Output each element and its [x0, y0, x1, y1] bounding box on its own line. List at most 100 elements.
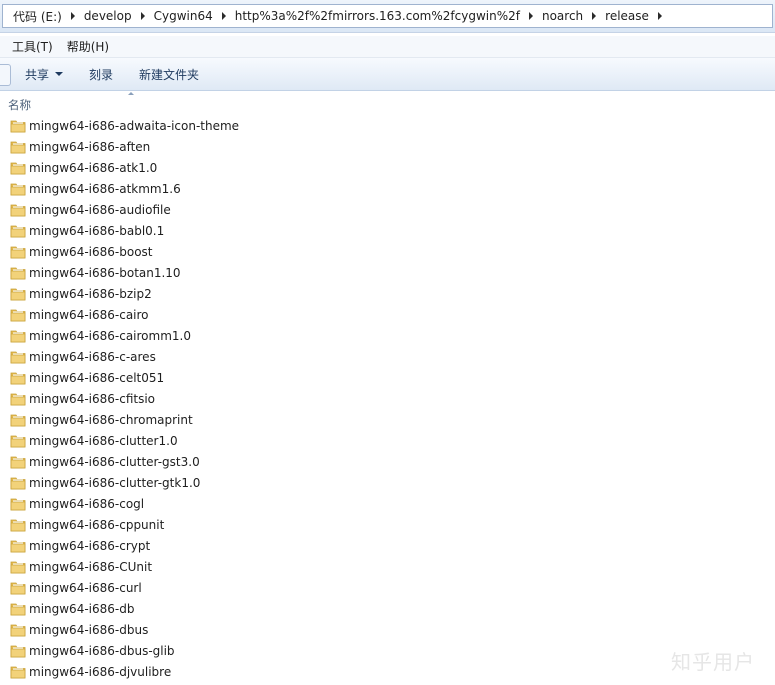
- list-item[interactable]: mingw64-i686-db: [0, 598, 775, 619]
- list-item[interactable]: mingw64-i686-clutter-gst3.0: [0, 451, 775, 472]
- list-item[interactable]: mingw64-i686-babl0.1: [0, 220, 775, 241]
- file-name: mingw64-i686-clutter1.0: [29, 433, 178, 448]
- file-name: mingw64-i686-clutter-gst3.0: [29, 454, 200, 469]
- file-name: mingw64-i686-babl0.1: [29, 223, 165, 238]
- folder-icon: [10, 225, 26, 237]
- folder-icon: [10, 372, 26, 384]
- breadcrumb-item[interactable]: noarch: [538, 9, 587, 23]
- file-name: mingw64-i686-audiofile: [29, 202, 171, 217]
- organize-button-edge[interactable]: [0, 64, 11, 86]
- file-name: mingw64-i686-cppunit: [29, 517, 165, 532]
- folder-icon: [10, 519, 26, 531]
- chevron-right-icon[interactable]: [528, 12, 533, 20]
- address-bar: 代码 (E:) develop Cygwin64 http%3a%2f%2fmirro…: [0, 0, 775, 33]
- folder-icon: [10, 414, 26, 426]
- list-item[interactable]: mingw64-i686-aften: [0, 136, 775, 157]
- chevron-right-icon[interactable]: [140, 12, 145, 20]
- file-name: mingw64-i686-boost: [29, 244, 153, 259]
- file-name: mingw64-i686-adwaita-icon-theme: [29, 118, 240, 133]
- folder-icon: [10, 330, 26, 342]
- folder-icon: [10, 456, 26, 468]
- folder-icon: [10, 645, 26, 657]
- watermark: 知乎用户: [671, 650, 755, 674]
- list-item[interactable]: mingw64-i686-clutter1.0: [0, 430, 775, 451]
- list-item[interactable]: mingw64-i686-cairomm1.0: [0, 325, 775, 346]
- burn-label: 刻录: [89, 67, 114, 82]
- folder-icon: [10, 267, 26, 279]
- share-button[interactable]: 共享: [12, 66, 76, 83]
- list-item[interactable]: mingw64-i686-audiofile: [0, 199, 775, 220]
- breadcrumb-item[interactable]: 代码 (E:): [9, 8, 66, 25]
- folder-icon: [10, 204, 26, 216]
- list-item[interactable]: mingw64-i686-celt051: [0, 367, 775, 388]
- list-item[interactable]: mingw64-i686-chromaprint: [0, 409, 775, 430]
- file-name: mingw64-i686-aften: [29, 139, 151, 154]
- file-name: mingw64-i686-cfitsio: [29, 391, 156, 406]
- file-name: mingw64-i686-cogl: [29, 496, 145, 511]
- folder-icon: [10, 561, 26, 573]
- list-item[interactable]: mingw64-i686-cairo: [0, 304, 775, 325]
- file-name: mingw64-i686-clutter-gtk1.0: [29, 475, 201, 490]
- list-item[interactable]: mingw64-i686-cogl: [0, 493, 775, 514]
- chevron-right-icon[interactable]: [592, 12, 597, 20]
- folder-icon: [10, 351, 26, 363]
- new-folder-label: 新建文件夹: [139, 67, 200, 82]
- file-name: mingw64-i686-cairo: [29, 307, 149, 322]
- list-item[interactable]: mingw64-i686-crypt: [0, 535, 775, 556]
- breadcrumb-item[interactable]: http%3a%2f%2fmirrors.163.com%2fcygwin%2f: [231, 9, 524, 23]
- file-name: mingw64-i686-db: [29, 601, 135, 616]
- list-item[interactable]: mingw64-i686-botan1.10: [0, 262, 775, 283]
- list-item[interactable]: mingw64-i686-cfitsio: [0, 388, 775, 409]
- breadcrumb-item[interactable]: release: [601, 9, 653, 23]
- file-name: mingw64-i686-atk1.0: [29, 160, 158, 175]
- chevron-right-icon[interactable]: [221, 12, 226, 20]
- share-label: 共享: [25, 67, 50, 82]
- list-item[interactable]: mingw64-i686-djvulibre: [0, 661, 775, 682]
- file-name: mingw64-i686-dbus: [29, 622, 149, 637]
- list-item[interactable]: mingw64-i686-curl: [0, 577, 775, 598]
- folder-icon: [10, 393, 26, 405]
- folder-icon: [10, 582, 26, 594]
- menu-tools[interactable]: 工具(T): [5, 38, 60, 55]
- list-item[interactable]: mingw64-i686-clutter-gtk1.0: [0, 472, 775, 493]
- chevron-right-icon[interactable]: [70, 12, 75, 20]
- list-item[interactable]: mingw64-i686-atkmm1.6: [0, 178, 775, 199]
- chevron-down-icon: [55, 72, 64, 76]
- folder-icon: [10, 246, 26, 258]
- list-item[interactable]: mingw64-i686-bzip2: [0, 283, 775, 304]
- list-item[interactable]: mingw64-i686-CUnit: [0, 556, 775, 577]
- folder-icon: [10, 288, 26, 300]
- column-name-header[interactable]: 名称: [8, 97, 31, 113]
- file-name: mingw64-i686-curl: [29, 580, 142, 595]
- list-item[interactable]: mingw64-i686-c-ares: [0, 346, 775, 367]
- file-name: mingw64-i686-c-ares: [29, 349, 156, 364]
- menu-help[interactable]: 帮助(H): [60, 38, 116, 55]
- file-name: mingw64-i686-CUnit: [29, 559, 153, 574]
- folder-icon: [10, 120, 26, 132]
- list-item[interactable]: mingw64-i686-dbus-glib: [0, 640, 775, 661]
- list-item[interactable]: mingw64-i686-cppunit: [0, 514, 775, 535]
- sort-ascending-icon: [128, 92, 134, 95]
- breadcrumb-item[interactable]: Cygwin64: [150, 9, 217, 23]
- folder-icon: [10, 540, 26, 552]
- folder-icon: [10, 624, 26, 636]
- folder-icon: [10, 162, 26, 174]
- burn-button[interactable]: 刻录: [76, 66, 126, 83]
- file-name: mingw64-i686-botan1.10: [29, 265, 181, 280]
- list-item[interactable]: mingw64-i686-atk1.0: [0, 157, 775, 178]
- file-name: mingw64-i686-atkmm1.6: [29, 181, 181, 196]
- folder-icon: [10, 435, 26, 447]
- file-name: mingw64-i686-djvulibre: [29, 664, 172, 679]
- breadcrumb[interactable]: 代码 (E:) develop Cygwin64 http%3a%2f%2fmirro…: [2, 4, 773, 28]
- menu-bar: 工具(T) 帮助(H): [0, 36, 775, 58]
- folder-icon: [10, 666, 26, 678]
- breadcrumb-item[interactable]: develop: [80, 9, 136, 23]
- file-name: mingw64-i686-chromaprint: [29, 412, 193, 427]
- folder-icon: [10, 498, 26, 510]
- list-item[interactable]: mingw64-i686-adwaita-icon-theme: [0, 115, 775, 136]
- list-item[interactable]: mingw64-i686-dbus: [0, 619, 775, 640]
- chevron-right-icon[interactable]: [657, 12, 662, 20]
- file-list: mingw64-i686-adwaita-icon-theme mingw64-i…: [0, 115, 775, 682]
- new-folder-button[interactable]: 新建文件夹: [126, 66, 212, 83]
- list-item[interactable]: mingw64-i686-boost: [0, 241, 775, 262]
